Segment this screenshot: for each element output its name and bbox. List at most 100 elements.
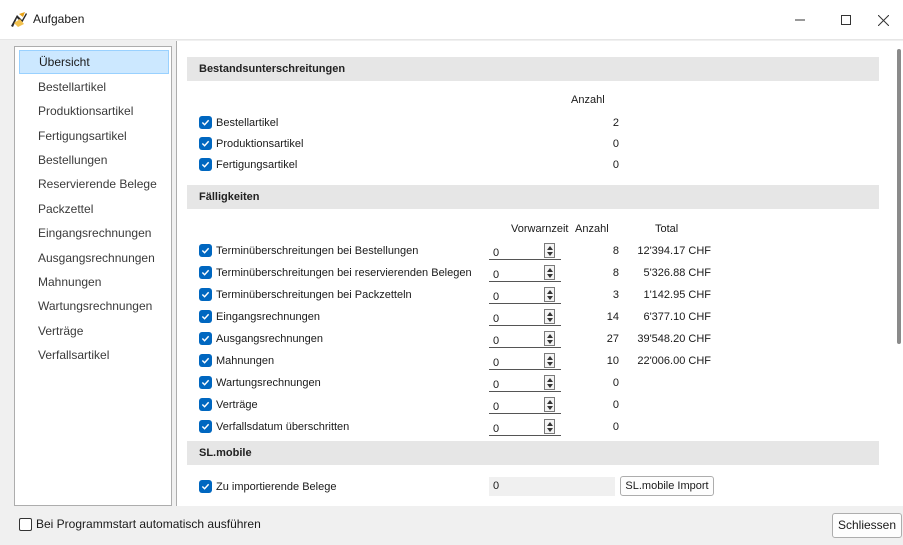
section-header-bestand: Bestandsunterschreitungen — [187, 57, 879, 81]
checkbox-termin-packzettel[interactable] — [199, 288, 212, 301]
scrollbar-thumb[interactable] — [897, 49, 901, 344]
row-label: Wartungsrechnungen — [216, 377, 321, 389]
vorwarnzeit-spinner[interactable]: 0 — [489, 308, 561, 326]
total-value: 12'394.17 CHF — [637, 245, 711, 257]
check-icon — [201, 335, 210, 342]
spin-arrows-icon[interactable] — [544, 331, 555, 346]
total-value: 6'377.10 CHF — [643, 311, 711, 323]
section-header-slmobile: SL.mobile — [187, 441, 879, 465]
sidebar-item-vertraege[interactable]: Verträge — [15, 319, 171, 343]
sidebar-item-fertigungsartikel[interactable]: Fertigungsartikel — [15, 124, 171, 148]
spin-arrows-icon[interactable] — [544, 243, 555, 258]
maximize-icon — [841, 15, 851, 25]
row-label: Terminüberschreitungen bei reservierende… — [216, 267, 472, 279]
row-label: Mahnungen — [216, 355, 275, 367]
sidebar-item-bestellartikel[interactable]: Bestellartikel — [15, 75, 171, 99]
spin-arrows-icon[interactable] — [544, 353, 555, 368]
sidebar-item-ausgangsrechnungen[interactable]: Ausgangsrechnungen — [15, 246, 171, 270]
checkbox-fertigungsartikel[interactable] — [199, 158, 212, 171]
row-label: Zu importierende Belege — [216, 481, 337, 493]
close-button[interactable]: Schliessen — [832, 513, 902, 538]
spinner-value: 0 — [493, 401, 500, 413]
row-label: Terminüberschreitungen bei Bestellungen — [216, 245, 419, 257]
row-label: Verträge — [216, 399, 258, 411]
sidebar-item-reservierende-belege[interactable]: Reservierende Belege — [15, 172, 171, 196]
checkbox-termin-bestellungen[interactable] — [199, 244, 212, 257]
vorwarnzeit-spinner[interactable]: 0 — [489, 396, 561, 414]
checkbox-produktionsartikel[interactable] — [199, 137, 212, 150]
sidebar-item-uebersicht[interactable]: Übersicht — [19, 50, 169, 74]
sidebar-item-wartungsrechnungen[interactable]: Wartungsrechnungen — [15, 294, 171, 318]
vorwarnzeit-spinner[interactable]: 0 — [489, 330, 561, 348]
checkbox-eingangsrechnungen[interactable] — [199, 310, 212, 323]
column-header-vorwarnzeit: Vorwarnzeit — [511, 223, 569, 235]
close-icon — [877, 14, 889, 26]
column-header-anzahl: Anzahl — [575, 223, 609, 235]
total-value: 1'142.95 CHF — [643, 289, 711, 301]
tasks-app-icon — [11, 12, 27, 27]
vertical-scrollbar[interactable] — [893, 41, 903, 506]
sidebar-item-packzettel[interactable]: Packzettel — [15, 197, 171, 221]
checkbox-zu-importierende-belege[interactable] — [199, 480, 212, 493]
spin-arrows-icon[interactable] — [544, 265, 555, 280]
row-label: Fertigungsartikel — [216, 159, 298, 171]
vorwarnzeit-spinner[interactable]: 0 — [489, 352, 561, 370]
sidebar-item-bestellungen[interactable]: Bestellungen — [15, 148, 171, 172]
sidebar-item-verfallsartikel[interactable]: Verfallsartikel — [15, 343, 171, 367]
anzahl-value: 27 — [606, 333, 619, 345]
check-icon — [201, 269, 210, 276]
anzahl-value: 10 — [606, 355, 619, 367]
minimize-icon — [795, 19, 805, 21]
spinner-value: 0 — [493, 313, 500, 325]
total-value: 39'548.20 CHF — [637, 333, 711, 345]
checkbox-mahnungen[interactable] — [199, 354, 212, 367]
overview-panel: Bestandsunterschreitungen Anzahl Bestell… — [176, 41, 903, 506]
vorwarnzeit-spinner[interactable]: 0 — [489, 242, 561, 260]
spin-arrows-icon[interactable] — [544, 309, 555, 324]
sidebar-nav: Übersicht Bestellartikel Produktionsarti… — [14, 46, 172, 506]
row-label: Ausgangsrechnungen — [216, 333, 324, 345]
belege-count-field: 0 — [489, 477, 615, 496]
checkbox-ausgangsrechnungen[interactable] — [199, 332, 212, 345]
anzahl-value: 14 — [606, 311, 619, 323]
spinner-value: 0 — [493, 423, 500, 435]
check-icon — [201, 313, 210, 320]
check-icon — [201, 423, 210, 430]
row-label: Verfallsdatum überschritten — [216, 421, 350, 433]
window-title: Aufgaben — [33, 12, 85, 26]
anzahl-value: 0 — [612, 159, 619, 171]
check-icon — [201, 379, 210, 386]
total-value: 5'326.88 CHF — [643, 267, 711, 279]
row-label: Terminüberschreitungen bei Packzetteln — [216, 289, 412, 301]
anzahl-value: 8 — [612, 245, 619, 257]
anzahl-value: 8 — [612, 267, 619, 279]
sidebar-item-produktionsartikel[interactable]: Produktionsartikel — [15, 99, 171, 123]
spin-arrows-icon[interactable] — [544, 397, 555, 412]
check-icon — [201, 247, 210, 254]
checkbox-termin-reservierend[interactable] — [199, 266, 212, 279]
column-header-total: Total — [655, 223, 679, 235]
anzahl-value: 2 — [612, 117, 619, 129]
close-window-button[interactable] — [860, 0, 903, 40]
vorwarnzeit-spinner[interactable]: 0 — [489, 264, 561, 282]
checkbox-vertraege[interactable] — [199, 398, 212, 411]
check-icon — [201, 161, 210, 168]
checkbox-bestellartikel[interactable] — [199, 116, 212, 129]
section-header-faelligkeiten: Fälligkeiten — [187, 185, 879, 209]
minimize-button[interactable] — [777, 0, 823, 40]
check-icon — [201, 140, 210, 147]
spin-arrows-icon[interactable] — [544, 287, 555, 302]
vorwarnzeit-spinner[interactable]: 0 — [489, 374, 561, 392]
sidebar-item-eingangsrechnungen[interactable]: Eingangsrechnungen — [15, 221, 171, 245]
checkbox-verfallsdatum[interactable] — [199, 420, 212, 433]
spin-arrows-icon[interactable] — [544, 419, 555, 434]
sidebar-item-mahnungen[interactable]: Mahnungen — [15, 270, 171, 294]
slmobile-import-button[interactable]: SL.mobile Import — [620, 476, 714, 496]
spin-arrows-icon[interactable] — [544, 375, 555, 390]
vorwarnzeit-spinner[interactable]: 0 — [489, 286, 561, 304]
autostart-checkbox[interactable] — [19, 518, 32, 531]
check-icon — [201, 357, 210, 364]
vorwarnzeit-spinner[interactable]: 0 — [489, 418, 561, 436]
checkbox-wartungsrechnungen[interactable] — [199, 376, 212, 389]
check-icon — [201, 119, 210, 126]
